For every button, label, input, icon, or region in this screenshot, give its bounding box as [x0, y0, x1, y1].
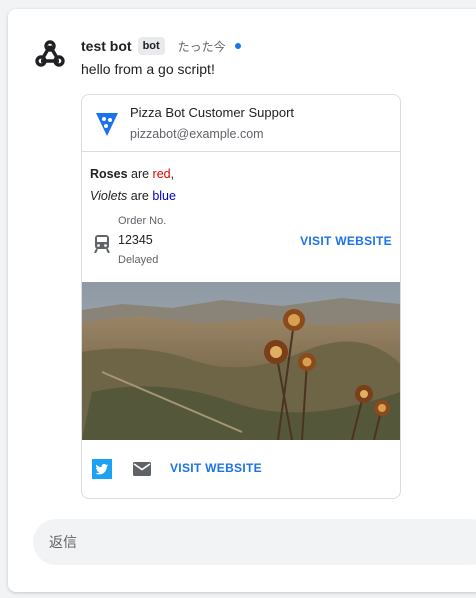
- reply-input[interactable]: 返信: [49, 519, 77, 565]
- paragraph-text-blue: blue: [152, 189, 176, 203]
- paragraph-text: ,: [170, 167, 175, 181]
- message-text: hello from a go script!: [81, 61, 215, 77]
- message-timestamp[interactable]: たった今: [178, 38, 226, 55]
- card-subtitle: pizzabot@example.com: [130, 127, 264, 141]
- thistle-landscape-image: [82, 282, 400, 440]
- card-buttons: VISIT WEBSITE: [82, 440, 400, 498]
- map-pin-icon: [96, 113, 118, 136]
- chat-message-panel: test bot bot たった今 hello from a go script…: [8, 9, 476, 592]
- order-number: 12345: [118, 233, 153, 247]
- paragraph-violets: Violets are blue: [90, 189, 176, 203]
- order-label: Order No.: [118, 215, 167, 227]
- card-title: Pizza Bot Customer Support: [130, 105, 295, 120]
- paragraph-text-italic: Violets: [90, 189, 128, 203]
- train-icon: [94, 235, 110, 253]
- reply-box[interactable]: 返信: [33, 519, 476, 565]
- order-key-value: Order No. 12345 Delayed VISIT WEBSITE: [82, 215, 400, 279]
- paragraph-text: are: [127, 189, 153, 203]
- bot-badge: bot: [137, 37, 165, 55]
- order-status: Delayed: [118, 254, 159, 266]
- sender-name[interactable]: test bot: [81, 38, 132, 54]
- paragraph-text-bold: Roses: [90, 167, 128, 181]
- visit-website-button-bottom[interactable]: VISIT WEBSITE: [170, 461, 262, 475]
- paragraph-text-red: red: [152, 167, 171, 181]
- paragraph-roses: Roses are red,: [90, 167, 174, 181]
- unread-dot: [234, 43, 241, 49]
- message-header: test bot bot たった今: [81, 36, 241, 56]
- email-icon[interactable]: [132, 460, 152, 478]
- paragraph-text: are: [127, 167, 153, 181]
- webhook-icon: [35, 40, 65, 67]
- visit-website-button[interactable]: VISIT WEBSITE: [300, 234, 392, 248]
- twitter-icon[interactable]: [92, 459, 112, 479]
- message-card: Pizza Bot Customer Support pizzabot@exam…: [81, 94, 401, 499]
- card-header: Pizza Bot Customer Support pizzabot@exam…: [82, 95, 400, 152]
